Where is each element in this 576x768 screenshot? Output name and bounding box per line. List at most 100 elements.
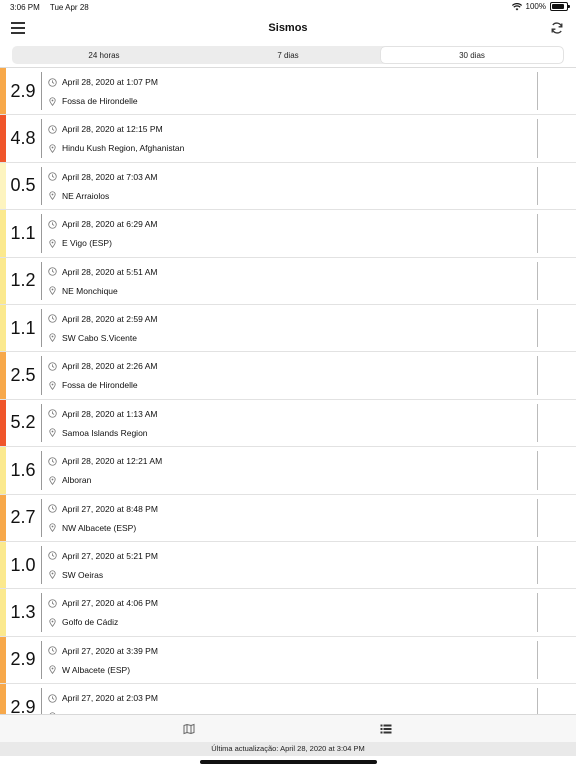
magnitude-value: 2.7	[10, 507, 36, 528]
last-update-footer: Última actualização: April 28, 2020 at 3…	[0, 742, 576, 756]
quake-location-text: SW Oeiras	[62, 569, 104, 580]
navigation-bar: Sismos	[0, 14, 576, 42]
home-indicator[interactable]	[200, 760, 377, 764]
location-pin-icon	[49, 523, 56, 533]
quake-location: NE Arraiolos	[48, 191, 109, 201]
clock-icon	[48, 362, 57, 371]
quake-datetime: April 27, 2020 at 5:21 PM	[48, 551, 158, 561]
divider	[41, 308, 42, 348]
location-pin-icon	[49, 476, 56, 485]
divider	[537, 119, 538, 158]
magnitude-value: 2.5	[10, 365, 36, 386]
quake-location-text: E Vigo (ESP)	[62, 238, 112, 249]
quake-datetime-text: April 27, 2020 at 8:48 PM	[62, 503, 158, 514]
divider	[537, 166, 538, 206]
status-time: 3:06 PM	[10, 3, 40, 12]
location-pin-icon	[49, 96, 56, 106]
divider	[41, 688, 42, 714]
list-icon[interactable]	[380, 723, 392, 735]
quake-datetime-text: April 28, 2020 at 12:15 PM	[62, 124, 163, 135]
earthquake-list[interactable]: 2.9 April 28, 2020 at 1:07 PM Fossa de Hir…	[0, 68, 576, 714]
divider	[41, 593, 42, 632]
divider	[537, 308, 538, 348]
divider	[41, 545, 42, 585]
quake-row[interactable]: 0.5 April 28, 2020 at 7:03 AM NE Arraiolos	[0, 162, 576, 211]
status-bar: 3:06 PM Tue Apr 28 100%	[0, 0, 576, 14]
quake-datetime-text: April 28, 2020 at 1:07 PM	[62, 77, 158, 87]
quake-row[interactable]: 1.2 April 28, 2020 at 5:51 AM NE Monchique	[0, 257, 576, 305]
clock-icon	[48, 219, 57, 229]
segment-tab[interactable]: 24 horas	[13, 47, 195, 63]
refresh-icon[interactable]	[550, 21, 564, 35]
page-title: Sismos	[268, 22, 308, 34]
location-pin-icon	[49, 381, 56, 390]
quake-row[interactable]: 2.7 April 27, 2020 at 8:48 PM NW Albacete …	[0, 494, 576, 542]
quake-datetime-text: April 28, 2020 at 2:59 AM	[62, 313, 158, 324]
quake-location-text: Samoa Islands Region	[62, 427, 148, 438]
quake-datetime-text: April 27, 2020 at 4:06 PM	[62, 598, 158, 609]
quake-datetime: April 28, 2020 at 5:51 AM	[48, 267, 157, 277]
quake-row[interactable]: 5.2 April 28, 2020 at 1:13 AM Samoa Island…	[0, 399, 576, 448]
quake-datetime-text: April 27, 2020 at 2:03 PM	[62, 693, 158, 704]
divider	[537, 261, 538, 300]
divider	[537, 688, 538, 714]
quake-row[interactable]: 2.9 April 27, 2020 at 3:39 PM W Albacete (…	[0, 636, 576, 685]
clock-icon	[48, 267, 57, 276]
quake-row[interactable]: 1.1 April 28, 2020 at 6:29 AM E Vigo (ESP)	[0, 210, 576, 258]
clock-icon	[48, 693, 57, 703]
quake-row[interactable]: 1.0 April 27, 2020 at 5:21 PM SW Oeiras	[0, 541, 576, 590]
location-pin-icon	[49, 570, 56, 580]
clock-icon	[48, 172, 57, 181]
quake-datetime: April 28, 2020 at 12:15 PM	[48, 124, 163, 134]
quake-location: NW Albacete (ESP)	[48, 523, 136, 533]
quake-location: Fossa de Hirondelle	[48, 380, 138, 390]
segment-tab[interactable]: 7 dias	[197, 47, 379, 63]
wifi-icon	[511, 2, 522, 10]
quake-row[interactable]: 2.5 April 28, 2020 at 2:26 AM Fossa de Hir…	[0, 352, 576, 400]
quake-row[interactable]: 1.1 April 28, 2020 at 2:59 AM SW Cabo S.Vi…	[0, 304, 576, 353]
divider	[537, 593, 538, 632]
quake-location-text: Fossa de Hirondelle	[62, 96, 138, 106]
quake-row[interactable]: 1.6 April 28, 2020 at 12:21 AM Alboran	[0, 447, 576, 495]
quake-row[interactable]: 2.9 April 28, 2020 at 1:07 PM Fossa de Hir…	[0, 68, 576, 116]
divider	[537, 545, 538, 585]
quake-location: SW Cabo S.Vicente	[48, 333, 137, 343]
status-date: Tue Apr 28	[49, 3, 89, 12]
quake-location: NE Monchique	[48, 286, 118, 296]
quake-datetime: April 27, 2020 at 8:48 PM	[48, 504, 158, 514]
quake-datetime: April 28, 2020 at 2:26 AM	[48, 361, 157, 371]
clock-icon	[48, 646, 57, 655]
quake-location: Samoa Islands Region	[48, 428, 148, 438]
tab-bar	[0, 714, 576, 742]
quake-datetime: April 28, 2020 at 12:21 AM	[48, 456, 162, 466]
divider	[537, 640, 538, 680]
location-pin-icon	[49, 286, 56, 296]
segment-tab[interactable]: 30 dias	[381, 47, 563, 63]
map-icon[interactable]	[183, 723, 195, 735]
quake-location-text: NW Albacete (ESP)	[62, 522, 137, 533]
clock-icon	[48, 409, 57, 418]
magnitude-value: 1.0	[10, 554, 36, 575]
location-pin-icon	[49, 191, 56, 201]
location-pin-icon	[49, 239, 56, 248]
quake-location-text: NE Monchique	[62, 285, 118, 296]
quake-datetime: April 28, 2020 at 6:29 AM	[48, 219, 157, 229]
quake-row[interactable]: 2.9 April 27, 2020 at 2:03 PM	[0, 684, 576, 714]
magnitude-value: 0.5	[10, 175, 36, 196]
quake-location: Fossa de Hirondelle	[48, 96, 138, 106]
magnitude-value: 1.3	[10, 601, 36, 622]
quake-location-text: NE Arraiolos	[62, 190, 110, 201]
quake-datetime-text: April 28, 2020 at 5:51 AM	[62, 266, 158, 277]
divider	[41, 498, 42, 537]
clock-icon	[48, 456, 57, 466]
clock-icon	[48, 504, 57, 513]
quake-datetime: April 27, 2020 at 3:39 PM	[48, 646, 158, 656]
battery-fill	[552, 4, 564, 9]
divider	[41, 451, 42, 490]
divider	[537, 72, 538, 111]
quake-row[interactable]: 4.8 April 28, 2020 at 12:15 PM Hindu Kush …	[0, 115, 576, 163]
quake-row[interactable]: 1.3 April 27, 2020 at 4:06 PM Golfo de Cád…	[0, 589, 576, 637]
divider	[537, 451, 538, 490]
quake-datetime-text: April 28, 2020 at 7:03 AM	[62, 171, 158, 182]
quake-datetime: April 28, 2020 at 7:03 AM	[48, 172, 157, 182]
